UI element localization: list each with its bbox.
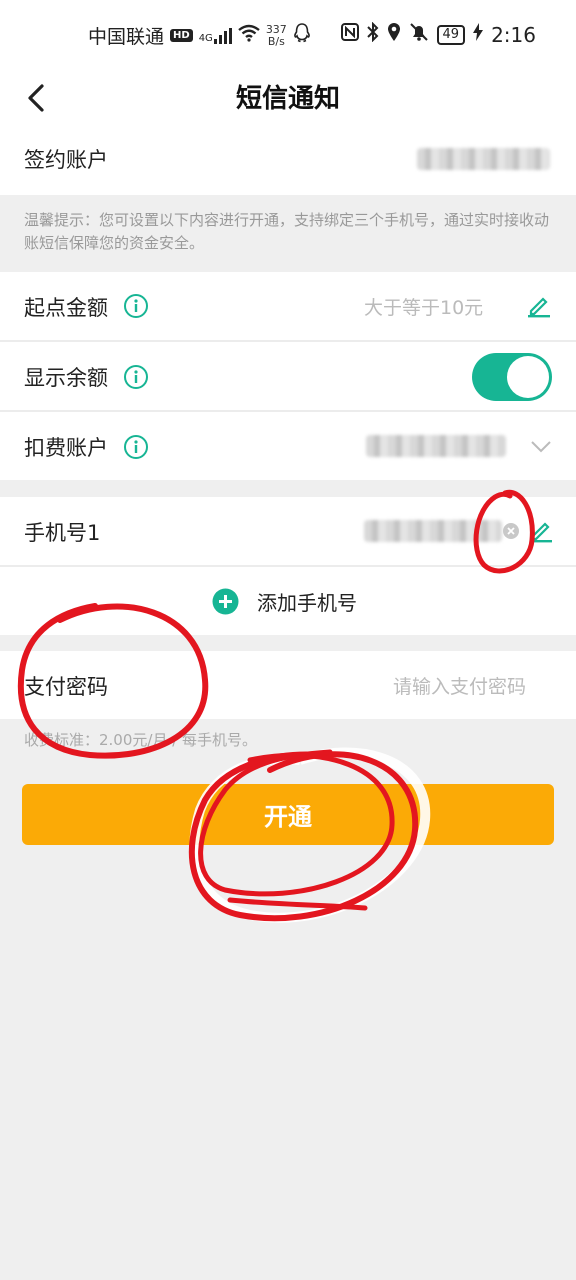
fee-account-row[interactable]: 扣费账户 <box>0 412 576 480</box>
net-speed-unit: B/s <box>267 34 285 48</box>
wifi-icon <box>238 24 260 47</box>
location-icon <box>387 22 401 47</box>
phone-label: 手机号1 <box>24 521 101 545</box>
status-left: 中国联通 HD 4G 337 B/s <box>88 22 311 49</box>
chevron-down-icon[interactable] <box>530 440 552 454</box>
status-right: 49 2:16 <box>340 21 536 47</box>
account-number-masked <box>417 148 550 170</box>
threshold-input[interactable]: 大于等于10元 <box>364 293 483 320</box>
status-bar: 中国联通 HD 4G 337 B/s 49 2:16 <box>0 0 576 72</box>
phone-number-masked[interactable] <box>364 520 502 542</box>
pay-password-input[interactable]: 请输入支付密码 <box>393 672 526 699</box>
add-phone-label: 添加手机号 <box>257 591 357 615</box>
carrier-label: 中国联通 <box>88 26 165 48</box>
qq-icon <box>293 23 311 48</box>
fee-account-masked <box>366 435 506 457</box>
info-icon[interactable] <box>123 434 149 460</box>
net-speed: 337 B/s <box>265 22 287 48</box>
bluetooth-icon <box>366 21 379 47</box>
pay-password-label: 支付密码 <box>24 675 108 699</box>
threshold-label: 起点金额 <box>24 296 108 320</box>
charging-icon <box>473 23 484 46</box>
edit-pencil-icon[interactable] <box>528 517 554 543</box>
signal-icon: 4G <box>198 27 232 44</box>
account-label: 签约账户 <box>24 147 108 172</box>
clear-circle-icon[interactable] <box>502 522 520 540</box>
mute-bell-icon <box>409 22 429 47</box>
show-balance-toggle[interactable] <box>472 353 552 401</box>
info-icon[interactable] <box>123 364 149 390</box>
plus-circle-icon <box>212 588 239 615</box>
net-speed-value: 337 <box>265 22 287 36</box>
clock: 2:16 <box>491 22 536 47</box>
hd-badge: HD <box>170 29 193 42</box>
network-type-label: 4G <box>198 32 213 44</box>
nav-header: 短信通知 <box>0 72 576 122</box>
fee-account-label: 扣费账户 <box>24 436 108 460</box>
phone-row-1: 手机号1 <box>0 497 576 565</box>
edit-pencil-icon[interactable] <box>526 292 552 318</box>
info-icon[interactable] <box>123 293 149 319</box>
tip-text: 温馨提示：您可设置以下内容进行开通，支持绑定三个手机号，通过实时接收动账短信保障… <box>0 195 576 272</box>
toggle-knob <box>507 356 549 398</box>
page-title: 短信通知 <box>235 84 340 114</box>
add-phone-button[interactable]: 添加手机号 <box>0 567 576 635</box>
threshold-row[interactable]: 起点金额 大于等于10元 <box>0 272 576 340</box>
show-balance-label: 显示余额 <box>24 366 108 390</box>
show-balance-row: 显示余额 <box>0 342 576 410</box>
account-row: 签约账户 <box>0 122 576 195</box>
nfc-icon <box>340 23 359 46</box>
fee-note: 收费标准：2.00元/月 / 每手机号。 <box>24 731 258 749</box>
submit-button[interactable]: 开通 <box>22 784 554 845</box>
pay-password-row: 支付密码 请输入支付密码 <box>0 651 576 719</box>
battery-level: 49 <box>436 24 466 45</box>
